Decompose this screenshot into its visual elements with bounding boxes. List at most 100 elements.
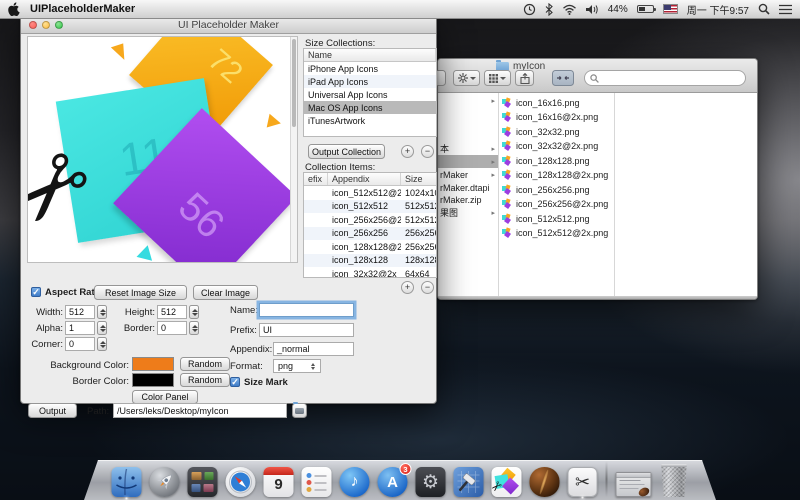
size-mark-checkbox[interactable]: ✓ [230,377,240,387]
dock-minimized-window[interactable] [616,472,652,497]
apple-menu-icon[interactable] [8,2,20,16]
output-button[interactable]: Output [28,403,77,418]
collection-row-selected[interactable]: Mac OS App Icons [304,101,436,114]
dock-icon-system-preferences[interactable]: ⚙ [416,467,446,497]
format-popup[interactable]: png [273,359,321,373]
file-row[interactable]: icon_512x512@2x.png [502,227,612,240]
border-random-button[interactable]: Random [180,373,230,387]
arrange-button[interactable] [484,70,511,86]
add-item-button[interactable]: + [401,281,414,294]
border-stepper[interactable] [189,321,199,335]
dock-icon-reminders[interactable] [302,467,332,497]
remove-item-button[interactable]: − [421,281,434,294]
collection-row[interactable]: iPhone App Icons [304,62,436,75]
background-color-swatch[interactable] [132,357,174,371]
dock-icon-app-store[interactable]: A 3 [378,467,408,497]
collection-row[interactable]: Universal App Icons [304,88,436,101]
finder-folder-row[interactable]: rMaker▸ [438,168,498,181]
add-collection-button[interactable]: + [401,145,414,158]
dock-icon-safari[interactable] [226,467,256,497]
menubar-clock[interactable]: 周一 下午9:57 [687,2,749,17]
notification-center-icon[interactable] [779,4,792,15]
corner-stepper[interactable] [97,337,107,351]
collection-row[interactable]: iPad App Icons [304,75,436,88]
alpha-field[interactable]: 1 [65,321,95,335]
finder-titlebar[interactable]: myIcon [438,59,757,93]
finder-folder-row[interactable]: 本▸ [438,142,498,155]
column-divider[interactable] [498,93,499,296]
table-row[interactable]: icon_256x256256x256 [304,227,436,241]
volume-icon[interactable] [586,4,599,15]
time-machine-icon[interactable] [523,3,536,16]
aspect-ratio-checkbox[interactable]: ✓ [31,287,41,297]
clear-image-button[interactable]: Clear Image [193,285,258,300]
height-field[interactable]: 512 [157,305,187,319]
file-row[interactable]: icon_32x32@2x.png [502,140,612,153]
dock-icon-launchpad[interactable] [150,467,180,497]
dock-icon-calendar[interactable]: 9 [264,467,294,497]
preview-scrollbar[interactable] [290,37,297,262]
file-row[interactable]: icon_32x32.png [502,125,612,138]
column-divider[interactable] [614,93,615,296]
output-collection-button[interactable]: Output Collection [308,144,385,159]
finder-folder-row[interactable]: ▸ [438,94,498,107]
image-preview-canvas[interactable]: 72 114 56 ✂ [27,36,298,263]
table-row[interactable]: icon_512x512@2x1024x1024 [304,186,436,200]
color-panel-button[interactable]: Color Panel [132,390,198,404]
file-row[interactable]: icon_128x128@2x.png [502,169,612,182]
dropbox-collapse-button[interactable] [552,70,574,86]
table-header[interactable]: efix Appendix Size [304,173,436,186]
share-button[interactable] [515,70,534,86]
border-color-label: Border Color: [35,376,129,387]
corner-field[interactable]: 0 [65,337,95,351]
spotlight-search-icon[interactable] [758,3,770,15]
alpha-label: Alpha: [31,323,63,334]
calendar-day: 9 [264,476,294,493]
finder-folder-row-selected[interactable]: ▸ [438,155,498,168]
battery-icon[interactable] [637,5,654,13]
table-row[interactable]: icon_128x128128x128 [304,254,436,268]
alpha-stepper[interactable] [97,321,107,335]
width-stepper[interactable] [97,305,107,319]
dock-icon-finder[interactable] [112,467,142,497]
table-row[interactable]: icon_32x32@2x64x64 [304,267,436,278]
finder-file-row[interactable]: rMaker.zip [438,193,498,206]
dock-icon-coffee-bean[interactable] [530,467,560,497]
dock-icon-scissors-app[interactable]: ✂ [568,467,598,497]
table-row[interactable]: icon_128x128@2x256x256 [304,240,436,254]
name-field[interactable] [259,303,354,317]
dock-icon-trash[interactable] [660,464,689,497]
file-row[interactable]: icon_128x128.png [502,154,612,167]
table-header[interactable]: Name [304,49,436,62]
reset-image-size-button[interactable]: Reset Image Size [94,285,187,300]
path-field[interactable]: /Users/leks/Desktop/myIcon [113,403,287,418]
file-row[interactable]: icon_16x16@2x.png [502,111,612,124]
appendix-field[interactable]: _normal [273,342,354,356]
background-random-button[interactable]: Random [180,357,230,371]
wifi-icon[interactable] [562,4,577,15]
border-color-swatch[interactable] [132,373,174,387]
file-row[interactable]: icon_16x16.png [502,96,612,109]
action-gear-button[interactable] [453,70,480,86]
collection-row[interactable]: iTunesArtwork [304,114,436,127]
dock-icon-itunes[interactable]: ♪ [340,467,370,497]
file-row[interactable]: icon_256x256.png [502,183,612,196]
border-field[interactable]: 0 [157,321,187,335]
width-field[interactable]: 512 [65,305,95,319]
table-row[interactable]: icon_256x256@2x512x512 [304,213,436,227]
remove-collection-button[interactable]: − [421,145,434,158]
file-row[interactable]: icon_256x256@2x.png [502,198,612,211]
bluetooth-icon[interactable] [545,3,553,16]
finder-search-input[interactable] [584,70,746,86]
menubar-app-name[interactable]: UIPlaceholderMaker [30,3,135,15]
dock-icon-xcode[interactable] [454,467,484,497]
height-stepper[interactable] [189,305,199,319]
finder-folder-row[interactable]: 果图▸ [438,206,498,219]
choose-folder-button[interactable] [292,403,307,418]
dock-icon-ui-placeholder-maker[interactable]: ✂ [492,467,522,497]
input-language-flag-icon[interactable] [663,4,678,14]
file-row[interactable]: icon_512x512.png [502,212,612,225]
prefix-field[interactable]: UI [259,323,354,337]
dock-icon-mission-control[interactable] [188,467,218,497]
table-row[interactable]: icon_512x512512x512 [304,200,436,214]
